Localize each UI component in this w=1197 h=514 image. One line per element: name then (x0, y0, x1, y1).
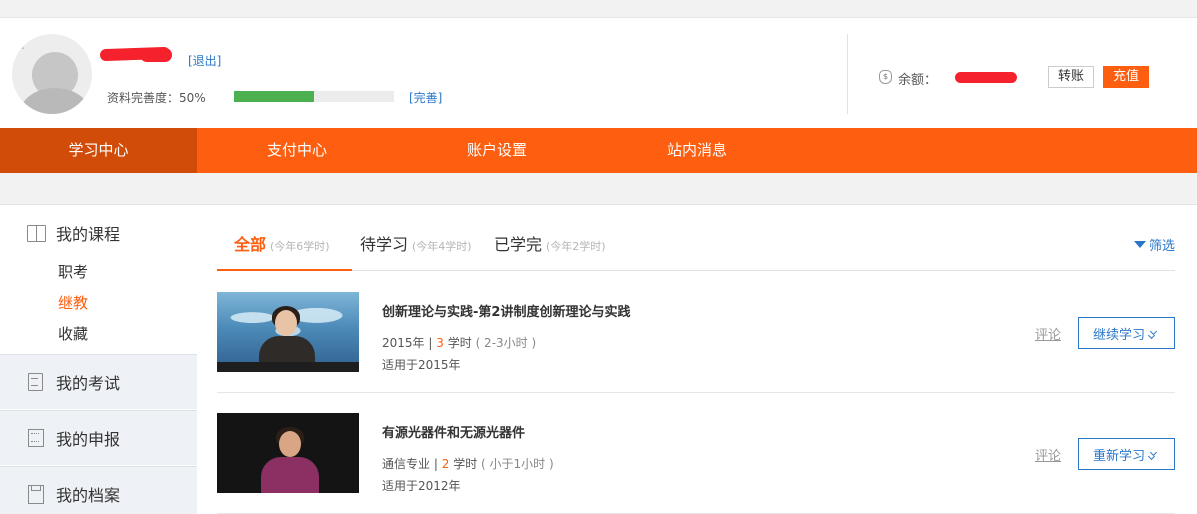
nav-site-messages[interactable]: 站内消息 (597, 128, 797, 173)
nav-learning-center[interactable]: 学习中心 (0, 128, 197, 173)
course-thumbnail[interactable] (217, 413, 359, 493)
comment-link[interactable]: 评论 (1035, 445, 1061, 464)
meta-separator: | (433, 457, 438, 471)
course-item: 有源光器件和无源光器件 通信专业 | 2 学时 ( 小于1小时 ) 适用于201… (217, 393, 1175, 514)
sidebar-my-archive-label: 我的档案 (56, 486, 121, 505)
course-title[interactable]: 创新理论与实践-第2讲制度创新理论与实践 (382, 301, 630, 320)
page: ✎ [退出] 资料完善度：50% [完善] $ 余额： 转账 充值 学习中心 支… (0, 0, 1197, 514)
course-category: 通信专业 (382, 457, 431, 471)
course-main: 全部 (今年6学时) 待学习 (今年4学时) 已学完 (今年2学时) 筛选 创新… (217, 205, 1175, 514)
main-nav: 学习中心 支付中心 账户设置 站内消息 (0, 128, 1197, 173)
continue-learning-button[interactable]: 继续学习 (1078, 317, 1175, 349)
avatar[interactable]: ✎ (12, 34, 92, 114)
tab-finished-label: 已学完 (494, 235, 543, 254)
tab-all-count: (今年6学时) (270, 240, 330, 253)
sidebar-my-courses-label: 我的课程 (56, 225, 121, 244)
course-tabs: 全部 (今年6学时) 待学习 (今年4学时) 已学完 (今年2学时) 筛选 (217, 205, 1175, 271)
sidebar-item-continuing-education[interactable]: 继教 (58, 292, 88, 313)
course-meta: 通信专业 | 2 学时 ( 小于1小时 ) (382, 455, 554, 472)
sidebar-my-declare-label: 我的申报 (56, 430, 121, 449)
course-item: 创新理论与实践-第2讲制度创新理论与实践 2015年 | 3 学时 ( 2-3小… (217, 272, 1175, 393)
course-thumbnail[interactable] (217, 292, 359, 372)
profile-completeness-label: 资料完善度：50% (107, 91, 206, 105)
sidebar: 我的课程 职考 继教 收藏 我的考试 我的申报 我的档案 (0, 205, 197, 514)
tab-pending-count: (今年4学时) (412, 240, 472, 253)
course-hours-unit: 学时 (447, 336, 472, 350)
sidebar-my-exams[interactable]: 我的考试 (0, 354, 197, 409)
course-meta: 2015年 | 3 学时 ( 2-3小时 ) (382, 334, 536, 351)
tab-all[interactable]: 全部 (今年6学时) (217, 231, 352, 271)
tab-all-label: 全部 (234, 235, 267, 254)
profile-progress-bar (234, 91, 394, 102)
content-panel: 我的课程 职考 继教 收藏 我的考试 我的申报 我的档案 全部(今年6学时) (0, 204, 1197, 514)
sidebar-my-declare[interactable]: 我的申报 (0, 410, 197, 465)
course-hours-unit: 学时 (453, 457, 478, 471)
filter-funnel-icon (1133, 241, 1146, 248)
tab-pending[interactable]: 待学习 (今年4学时) (360, 231, 472, 271)
sidebar-my-courses[interactable]: 我的课程 (26, 222, 120, 244)
restart-learning-button[interactable]: 重新学习 (1078, 438, 1175, 470)
complete-profile-link[interactable]: [完善] (409, 89, 442, 106)
course-category: 2015年 (382, 336, 425, 350)
course-applicable-year: 适用于2015年 (382, 358, 461, 372)
course-hours: 2 (441, 457, 450, 471)
tab-pending-label: 待学习 (360, 235, 409, 254)
lecturer-body (261, 457, 319, 493)
username-redaction-2 (140, 48, 172, 62)
course-duration: ( 小于1小时 ) (481, 457, 554, 471)
transfer-button[interactable]: 转账 (1048, 66, 1094, 88)
sidebar-my-exams-label: 我的考试 (56, 374, 121, 393)
course-applicable-year: 适用于2012年 (382, 479, 461, 493)
filter-label: 筛选 (1148, 239, 1175, 254)
sidebar-item-vocational-exam[interactable]: 职考 (58, 261, 88, 282)
course-title[interactable]: 有源光器件和无源光器件 (382, 422, 525, 441)
lecture-desk (217, 362, 359, 372)
restart-learning-label: 重新学习 (1092, 448, 1145, 464)
balance-label: 余额： (898, 73, 938, 88)
course-duration: ( 2-3小时 ) (475, 336, 537, 350)
profile-progress-fill (234, 91, 314, 102)
declaration-form-icon (26, 429, 46, 447)
recharge-button[interactable]: 充值 (1103, 66, 1149, 88)
header-divider (847, 34, 848, 114)
nav-payment-center[interactable]: 支付中心 (197, 128, 397, 173)
balance-redaction (955, 72, 1017, 83)
exam-paper-icon (26, 373, 46, 391)
money-bag-icon: $ (879, 70, 892, 84)
avatar-body-shape (20, 88, 90, 114)
logout-link[interactable]: [退出] (188, 52, 221, 69)
tab-finished-count: (今年2学时) (546, 240, 606, 253)
course-hours: 3 (436, 336, 444, 350)
meta-separator: | (428, 336, 433, 350)
book-icon (26, 224, 46, 242)
archive-file-icon (26, 485, 46, 504)
lecturer-head (275, 310, 297, 336)
edit-avatar-icon[interactable]: ✎ (16, 40, 25, 53)
tab-finished[interactable]: 已学完 (今年2学时) (494, 231, 606, 271)
sidebar-my-archive[interactable]: 我的档案 (0, 466, 197, 514)
filter-button[interactable]: 筛选 (1133, 235, 1175, 254)
lecturer-head (279, 431, 301, 457)
user-header: ✎ [退出] 资料完善度：50% [完善] $ 余额： 转账 充值 (0, 17, 1197, 128)
nav-account-settings[interactable]: 账户设置 (397, 128, 597, 173)
continue-learning-label: 继续学习 (1092, 327, 1145, 343)
comment-link[interactable]: 评论 (1035, 324, 1061, 343)
sidebar-item-favorites[interactable]: 收藏 (58, 323, 88, 344)
